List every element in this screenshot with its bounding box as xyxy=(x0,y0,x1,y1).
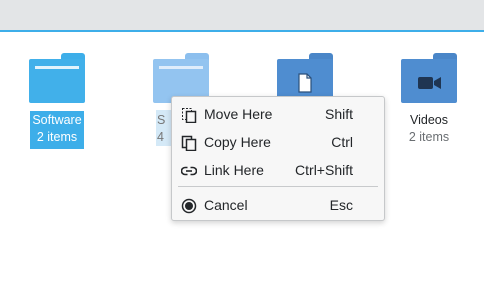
toolbar xyxy=(0,0,484,32)
link-icon xyxy=(181,166,197,176)
menu-item-label: Move Here xyxy=(204,106,273,122)
folder-icon xyxy=(29,53,85,103)
folder-count: 2 items xyxy=(408,130,450,144)
folder-videos-icon xyxy=(401,53,457,103)
drop-context-menu: Move Here Shift Copy Here Ctrl Link Here… xyxy=(171,96,385,221)
folder-name: Software xyxy=(32,113,82,127)
video-camera-icon xyxy=(418,77,441,89)
move-icon xyxy=(182,108,197,123)
folder-name: S xyxy=(157,113,166,127)
document-icon xyxy=(298,73,312,93)
menu-item-shortcut: Shift xyxy=(324,106,353,122)
menu-item-label: Link Here xyxy=(204,162,264,178)
menu-item-cancel[interactable]: Cancel Esc xyxy=(172,192,384,218)
menu-separator xyxy=(178,186,378,187)
menu-item-copy-here[interactable]: Copy Here Ctrl xyxy=(172,129,384,155)
folder-count: 2 items xyxy=(36,130,78,144)
folder-name: Videos xyxy=(410,113,448,127)
menu-item-label: Copy Here xyxy=(204,134,271,150)
cancel-icon xyxy=(181,198,197,214)
menu-item-move-here[interactable]: Move Here Shift xyxy=(172,101,384,127)
menu-item-shortcut: Ctrl+Shift xyxy=(295,162,353,178)
copy-icon xyxy=(181,135,197,151)
menu-item-link-here[interactable]: Link Here Ctrl+Shift xyxy=(172,157,384,183)
menu-item-shortcut: Ctrl xyxy=(331,134,353,150)
folder-count: 4 xyxy=(157,130,164,144)
menu-item-label: Cancel xyxy=(204,197,248,213)
menu-item-shortcut: Esc xyxy=(329,197,353,213)
